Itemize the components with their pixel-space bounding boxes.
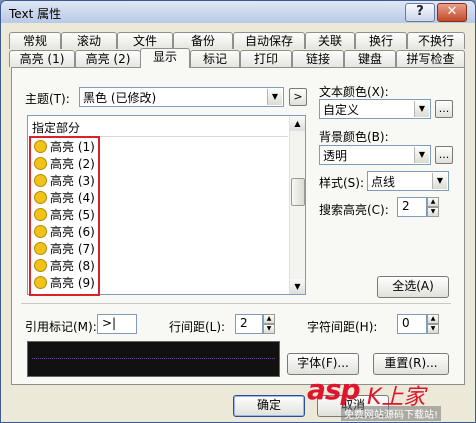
- smiley-icon: [34, 242, 47, 255]
- watermark-brand: asp: [307, 373, 361, 406]
- tab-scroll[interactable]: 滚动: [61, 32, 117, 49]
- divider: [21, 303, 451, 304]
- ok-button[interactable]: 确定: [233, 395, 305, 417]
- site-watermark: asp K上家 免费网站源码下载站!: [301, 373, 475, 422]
- preview-dotted-line: [32, 358, 275, 359]
- tab-keyboard[interactable]: 键盘: [344, 50, 396, 67]
- chevron-down-icon: ▼: [414, 147, 429, 163]
- list-item[interactable]: 高亮 (3): [34, 172, 95, 189]
- search-highlight-spinner[interactable]: ▲ ▼: [427, 197, 439, 217]
- bg-color-value: 透明: [323, 149, 348, 163]
- list-divider: [32, 136, 288, 137]
- theme-label: 主题(T):: [25, 92, 70, 106]
- smiley-icon: [34, 225, 47, 238]
- char-spacing-label: 字符间距(H):: [307, 320, 378, 334]
- style-value: 点线: [371, 175, 396, 189]
- tab-print[interactable]: 打印: [240, 50, 292, 67]
- list-scrollbar[interactable]: ▲ ▼: [289, 116, 305, 294]
- spin-down-icon[interactable]: ▼: [263, 324, 275, 334]
- tab-links[interactable]: 链接: [292, 50, 344, 67]
- list-item[interactable]: 高亮 (6): [34, 223, 95, 240]
- theme-next-button[interactable]: >: [289, 88, 307, 106]
- search-highlight-input[interactable]: 2: [397, 197, 427, 217]
- tab-backup[interactable]: 备份: [173, 32, 233, 49]
- title-bar[interactable]: Text 属性 ? ✕: [1, 1, 475, 23]
- bg-color-select[interactable]: 透明 ▼: [319, 145, 431, 165]
- tab-marks[interactable]: 标记: [190, 50, 240, 67]
- tab-association[interactable]: 关联: [305, 32, 355, 49]
- scroll-up-icon[interactable]: ▲: [290, 116, 305, 131]
- ref-mark-label: 引用标记(M):: [25, 320, 97, 334]
- spin-up-icon[interactable]: ▲: [263, 314, 275, 324]
- bg-color-more-button[interactable]: ...: [435, 146, 453, 164]
- theme-value: 黑色 (已修改): [83, 91, 157, 105]
- smiley-icon: [34, 191, 47, 204]
- smiley-icon: [34, 276, 47, 289]
- chevron-down-icon: ▼: [414, 101, 429, 117]
- list-item[interactable]: 高亮 (8): [34, 257, 95, 274]
- scroll-down-icon[interactable]: ▼: [290, 279, 305, 294]
- spin-up-icon[interactable]: ▲: [427, 197, 439, 207]
- tab-highlight-1[interactable]: 高亮 (1): [9, 50, 75, 67]
- char-spacing-spinner[interactable]: ▲ ▼: [427, 314, 439, 334]
- smiley-icon: [34, 259, 47, 272]
- line-spacing-spinner[interactable]: ▲ ▼: [263, 314, 275, 334]
- list-item[interactable]: 高亮 (9): [34, 274, 95, 291]
- tab-general[interactable]: 常规: [9, 32, 61, 49]
- bg-color-label: 背景颜色(B):: [319, 130, 389, 144]
- tab-nowrap[interactable]: 不换行: [407, 32, 465, 49]
- spin-down-icon[interactable]: ▼: [427, 207, 439, 217]
- style-label: 样式(S):: [319, 176, 365, 190]
- font-button[interactable]: 字体(F)...: [287, 353, 359, 375]
- tab-spellcheck[interactable]: 拼写检查: [396, 50, 465, 67]
- tab-autosave[interactable]: 自动保存: [233, 32, 305, 49]
- watermark-subtitle: 免费网站源码下载站!: [341, 406, 442, 421]
- reset-button[interactable]: 重置(R)...: [373, 353, 449, 375]
- text-color-select[interactable]: 自定义 ▼: [319, 99, 431, 119]
- chevron-down-icon: ▼: [432, 173, 447, 189]
- help-button[interactable]: ?: [405, 3, 435, 22]
- line-spacing-label: 行间距(L):: [169, 320, 226, 334]
- spin-up-icon[interactable]: ▲: [427, 314, 439, 324]
- ref-mark-input[interactable]: >|: [97, 314, 137, 334]
- smiley-icon: [34, 208, 47, 221]
- window-title: Text 属性: [9, 7, 62, 21]
- text-color-label: 文本颜色(X):: [319, 85, 389, 99]
- close-button[interactable]: ✕: [437, 3, 467, 22]
- list-header: 指定部分: [32, 121, 81, 135]
- search-highlight-label: 搜索高亮(C):: [319, 203, 389, 217]
- smiley-icon: [34, 174, 47, 187]
- tab-display[interactable]: 显示: [140, 48, 190, 68]
- spin-down-icon[interactable]: ▼: [427, 324, 439, 334]
- smiley-icon: [34, 140, 47, 153]
- tab-wrap[interactable]: 换行: [355, 32, 407, 49]
- select-all-button[interactable]: 全选(A): [377, 276, 449, 298]
- list-item[interactable]: 高亮 (5): [34, 206, 95, 223]
- chevron-down-icon: ▼: [267, 89, 282, 105]
- properties-dialog: Text 属性 ? ✕ 常规 滚动 文件 备份 自动保存 关联 换行 不换行 高…: [0, 0, 476, 423]
- text-color-more-button[interactable]: ...: [435, 100, 453, 118]
- smiley-icon: [34, 157, 47, 170]
- list-item[interactable]: 高亮 (4): [34, 189, 95, 206]
- theme-select[interactable]: 黑色 (已修改) ▼: [79, 87, 284, 107]
- style-select[interactable]: 点线 ▼: [367, 171, 449, 191]
- line-spacing-input[interactable]: 2: [235, 314, 263, 334]
- scroll-thumb[interactable]: [291, 178, 305, 206]
- preview-area: [27, 341, 280, 377]
- text-color-value: 自定义: [323, 103, 360, 117]
- tab-file[interactable]: 文件: [117, 32, 173, 49]
- list-item[interactable]: 高亮 (1): [34, 138, 95, 155]
- char-spacing-input[interactable]: 0: [397, 314, 427, 334]
- list-item[interactable]: 高亮 (2): [34, 155, 95, 172]
- tab-highlight-2[interactable]: 高亮 (2): [75, 50, 141, 67]
- element-list[interactable]: 指定部分 高亮 (1) 高亮 (2) 高亮 (3) 高亮 (4) 高亮 (5) …: [27, 115, 306, 295]
- list-item[interactable]: 高亮 (7): [34, 240, 95, 257]
